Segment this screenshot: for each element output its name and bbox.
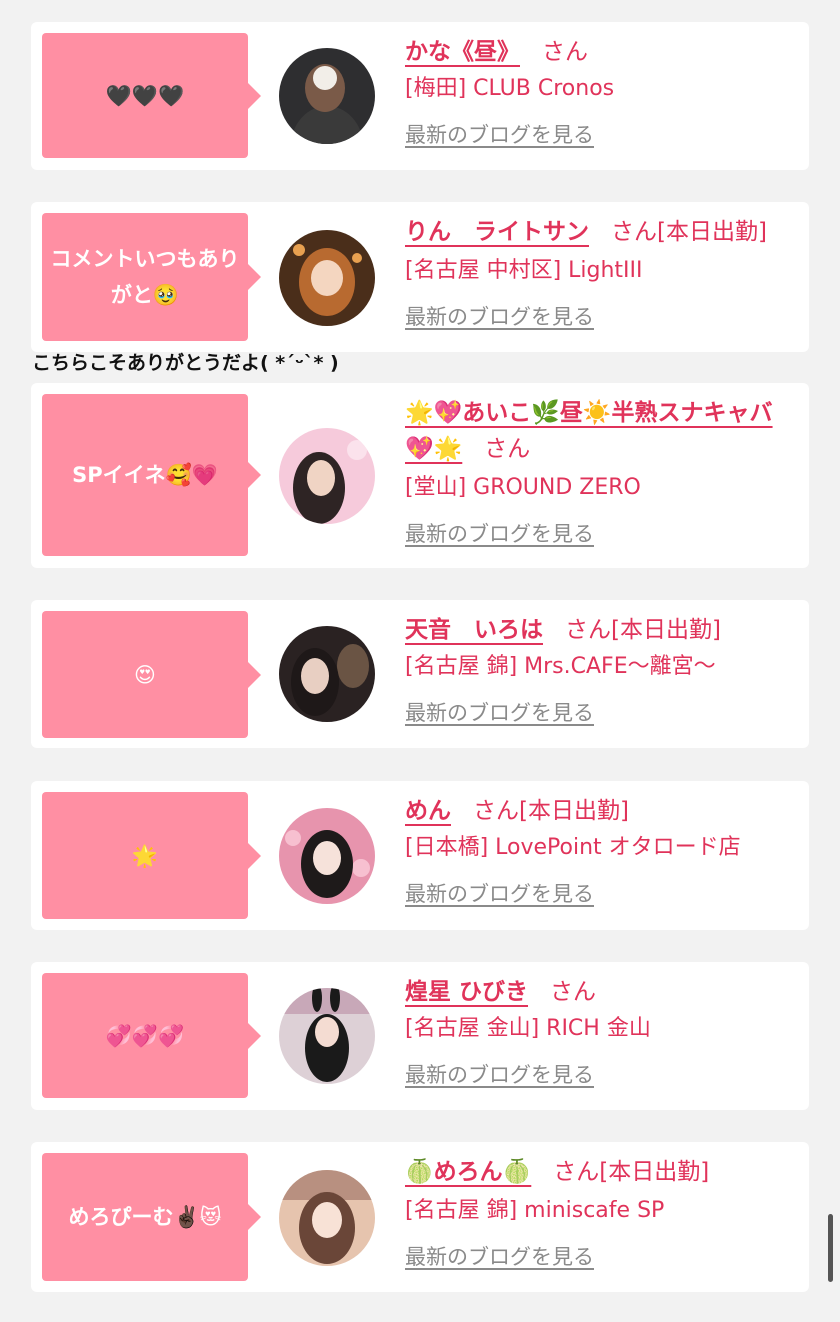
honorific: さん — [553, 1159, 600, 1185]
cast-name-link[interactable]: かな《昼》 — [405, 39, 520, 65]
cast-name-link[interactable]: 天音 いろは — [405, 617, 543, 643]
avatar[interactable] — [279, 428, 375, 524]
cast-name-link[interactable]: 煌星 ひびき — [405, 979, 528, 1005]
blog-link[interactable]: 最新のブログを見る — [405, 120, 594, 150]
avatar-image — [279, 428, 375, 524]
avatar[interactable] — [279, 988, 375, 1084]
cast-name-link[interactable]: めん — [405, 798, 451, 824]
cast-info: りん ライトサン さん[本日出勤] [名古屋 中村区] LightIII 最新のブ… — [405, 214, 793, 332]
cast-info: 🌟💖あいこ🌿昼☀️半熟スナキャバ💖🌟 さん [堂山] GROUND ZERO 最新… — [405, 395, 793, 549]
scrollbar[interactable] — [828, 1214, 833, 1282]
blog-link[interactable]: 最新のブログを見る — [405, 302, 594, 332]
comment-bubble: 💞💞💞 — [42, 973, 261, 1098]
comment-bubble: 🌟 — [42, 792, 261, 919]
blog-link[interactable]: 最新のブログを見る — [405, 1242, 594, 1272]
blog-comment-card: 🖤🖤🖤 かな《昼》 さん [梅田] CLUB Cronos 最新のブログを見る — [31, 22, 809, 170]
avatar-image — [279, 808, 375, 904]
cast-info: 煌星 ひびき さん [名古屋 金山] RICH 金山 最新のブログを見る — [405, 974, 793, 1090]
avatar[interactable] — [279, 48, 375, 144]
comment-bubble: SPイイネ🥰💗 — [42, 394, 261, 556]
avatar-image — [279, 626, 375, 722]
cast-info: めん さん[本日出勤] [日本橋] LovePoint オタロード店 最新のブログ… — [405, 793, 793, 909]
cast-name-link[interactable]: 🌟💖あいこ🌿昼☀️半熟スナキャバ💖🌟 — [405, 400, 773, 462]
comment-bubble: コメントいつもありがと🥹 — [42, 213, 261, 341]
avatar-image — [279, 230, 375, 326]
cast-info: 天音 いろは さん[本日出勤] [名古屋 錦] Mrs.CAFE～離宮～ 最新のブ… — [405, 612, 793, 728]
shop-name: [名古屋 中村区] LightIII — [405, 258, 643, 283]
comment-bubble: めろぴーむ✌🏿😻 — [42, 1153, 261, 1281]
status-label: [本日出勤] — [657, 219, 767, 245]
honorific: さん — [550, 979, 597, 1005]
honorific: さん — [611, 219, 657, 245]
shop-name: [名古屋 錦] miniscafe SP — [405, 1198, 665, 1223]
avatar-image — [279, 1170, 375, 1266]
shop-name: [梅田] CLUB Cronos — [405, 76, 615, 101]
blog-comment-card: 🌟 めん さん[本日出勤] [日本橋] LovePoint オタロード店 最新のブ… — [31, 781, 809, 930]
honorific: さん — [542, 39, 588, 65]
avatar[interactable] — [279, 626, 375, 722]
avatar-image — [279, 48, 375, 144]
shop-name: [堂山] GROUND ZERO — [405, 475, 641, 500]
blog-link[interactable]: 最新のブログを見る — [405, 1060, 594, 1090]
blog-comment-card: 💞💞💞 煌星 ひびき さん [名古屋 金山] RICH 金山 最新のブログを見る — [31, 962, 809, 1110]
cast-info: 🍈めろん🍈 さん[本日出勤] [名古屋 錦] miniscafe SP 最新のブロ… — [405, 1154, 793, 1272]
comment-bubble: 😍 — [42, 611, 261, 738]
blog-comment-card: SPイイネ🥰💗 🌟💖あいこ🌿昼☀️半熟スナキャバ💖🌟 さん [堂山] GROUND… — [31, 383, 809, 568]
shop-name: [名古屋 錦] Mrs.CAFE～離宮～ — [405, 654, 716, 679]
reply-text: こちらこそありがとうだよ( *ˊᵕˋ* ) — [32, 352, 339, 374]
blog-comment-card: めろぴーむ✌🏿😻 🍈めろん🍈 さん[本日出勤] [名古屋 錦] miniscafe… — [31, 1142, 809, 1292]
shop-name: [日本橋] LovePoint オタロード店 — [405, 835, 741, 860]
avatar[interactable] — [279, 808, 375, 904]
honorific: さん — [484, 436, 531, 462]
cast-name-link[interactable]: りん ライトサン — [405, 219, 589, 245]
status-label: [本日出勤] — [611, 617, 721, 643]
blog-link[interactable]: 最新のブログを見る — [405, 698, 594, 728]
avatar[interactable] — [279, 230, 375, 326]
avatar-image — [279, 988, 375, 1084]
blog-link[interactable]: 最新のブログを見る — [405, 879, 594, 909]
cast-name-link[interactable]: 🍈めろん🍈 — [405, 1159, 531, 1185]
status-label: [本日出勤] — [519, 798, 629, 824]
avatar[interactable] — [279, 1170, 375, 1266]
honorific: さん — [565, 617, 611, 643]
cast-info: かな《昼》 さん [梅田] CLUB Cronos 最新のブログを見る — [405, 34, 793, 150]
blog-comment-card: 😍 天音 いろは さん[本日出勤] [名古屋 錦] Mrs.CAFE～離宮～ 最新… — [31, 600, 809, 748]
status-label: [本日出勤] — [599, 1159, 710, 1185]
blog-comment-card: コメントいつもありがと🥹 りん ライトサン さん[本日出勤] [名古屋 中村区] … — [31, 202, 809, 352]
shop-name: [名古屋 金山] RICH 金山 — [405, 1016, 651, 1041]
honorific: さん — [473, 798, 519, 824]
comment-bubble: 🖤🖤🖤 — [42, 33, 261, 158]
blog-link[interactable]: 最新のブログを見る — [405, 519, 594, 549]
